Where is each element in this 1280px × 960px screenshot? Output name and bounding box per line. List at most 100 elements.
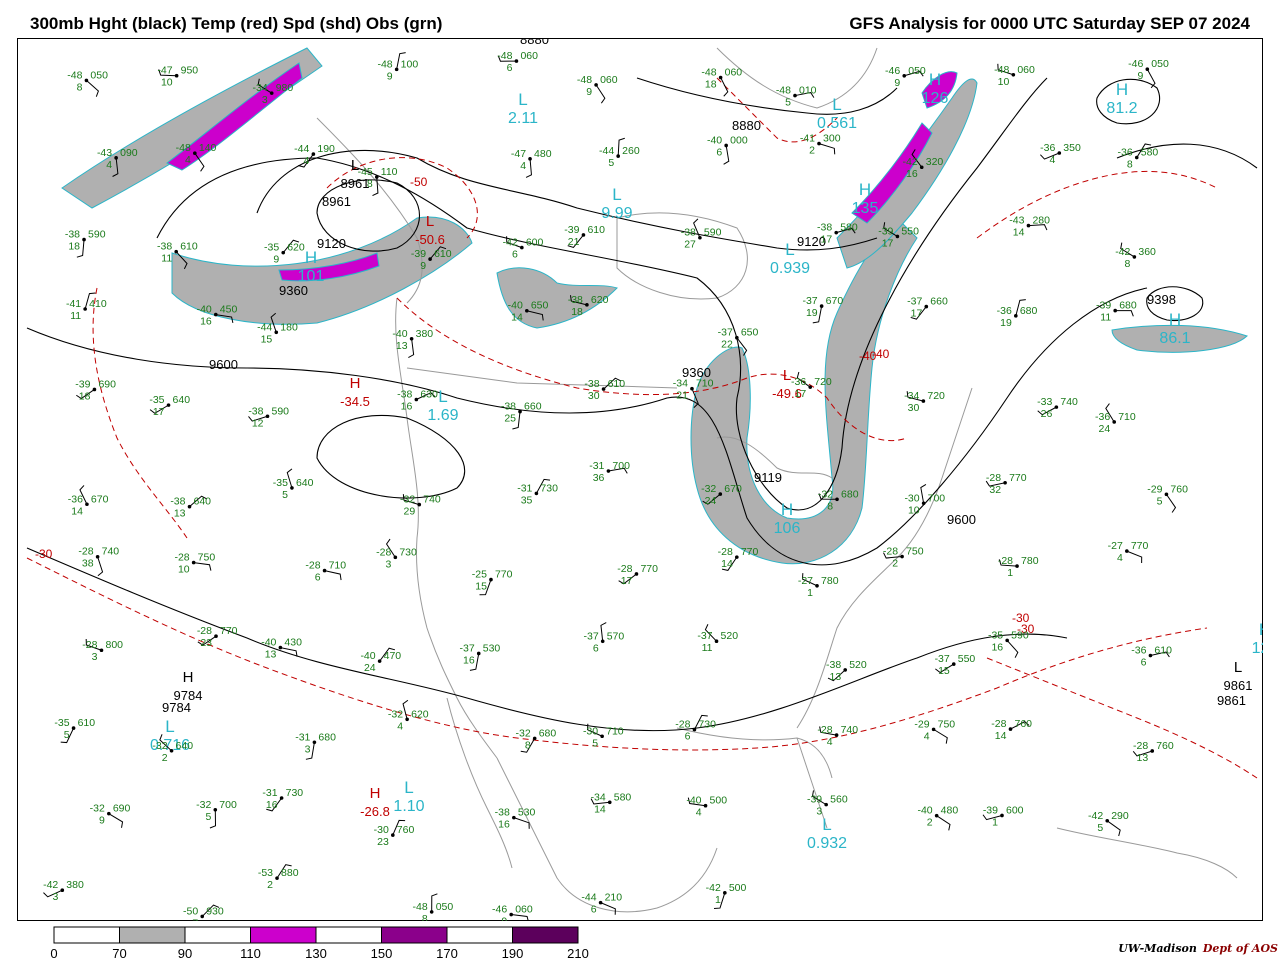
center-value: 81.2 bbox=[1106, 100, 1137, 117]
obs-height: 520 bbox=[849, 659, 867, 671]
obs-dewpoint-depression: 4 bbox=[1049, 154, 1055, 166]
obs-dewpoint-depression: 9 bbox=[586, 86, 592, 98]
obs-dewpoint-depression: 16 bbox=[906, 168, 918, 180]
obs-temp: -44 bbox=[294, 143, 309, 155]
obs-temp: -48 bbox=[994, 64, 1009, 76]
obs-dewpoint-depression: 3 bbox=[262, 94, 268, 106]
obs-dewpoint-depression: 6 bbox=[1141, 657, 1147, 669]
obs-dewpoint-depression: 14 bbox=[71, 505, 83, 517]
obs-height: 780 bbox=[1021, 555, 1039, 567]
obs-temp: -39 bbox=[75, 378, 90, 390]
obs-dewpoint-depression: 3 bbox=[52, 891, 58, 903]
legend-swatch bbox=[446, 926, 513, 944]
height-label: 8880 bbox=[732, 118, 761, 133]
obs-dewpoint-depression: 23 bbox=[200, 637, 212, 649]
obs-dewpoint-depression: 6 bbox=[315, 572, 321, 584]
obs-temp: -42 bbox=[43, 879, 58, 891]
center-letter: L bbox=[426, 213, 434, 230]
center-letter: L bbox=[612, 185, 621, 204]
obs-dewpoint-depression: 18 bbox=[79, 390, 91, 402]
obs-temp: -38 bbox=[397, 389, 412, 401]
obs-temp: -28 bbox=[305, 560, 320, 572]
obs-height: 640 bbox=[176, 740, 194, 752]
obs-height: 110 bbox=[381, 166, 398, 178]
obs-temp: -27 bbox=[798, 575, 813, 587]
obs-dewpoint-depression: 14 bbox=[721, 558, 733, 570]
obs-dewpoint-depression: 13 bbox=[830, 671, 842, 683]
obs-temp: -38 bbox=[65, 229, 80, 241]
obs-temp: -38 bbox=[817, 222, 832, 234]
obs-height: 590 bbox=[704, 227, 722, 239]
obs-temp: -35 bbox=[988, 629, 1003, 641]
obs-temp: -28 bbox=[883, 546, 898, 558]
legend-tick: 0 bbox=[50, 946, 57, 960]
obs-temp: -27 bbox=[1108, 540, 1123, 552]
obs-temp: -37 bbox=[697, 630, 712, 642]
obs-height: 620 bbox=[411, 708, 429, 720]
obs-dewpoint-depression: 16 bbox=[401, 401, 413, 413]
obs-temp: -48 bbox=[176, 142, 191, 154]
obs-temp: -32 bbox=[90, 803, 105, 815]
obs-height: 640 bbox=[173, 394, 191, 406]
obs-temp: -36 bbox=[791, 376, 806, 388]
obs-temp: -28 bbox=[817, 724, 832, 736]
obs-dewpoint-depression: 19 bbox=[1000, 317, 1012, 329]
obs-dewpoint-depression: 2 bbox=[927, 817, 933, 829]
legend-tick: 170 bbox=[436, 946, 458, 960]
obs-height: 060 bbox=[1017, 64, 1035, 76]
obs-height: 140 bbox=[199, 142, 217, 154]
center-value: 8961 bbox=[341, 176, 370, 191]
obs-temp: -37 bbox=[718, 327, 733, 339]
obs-height: 190 bbox=[317, 143, 335, 155]
obs-height: 760 bbox=[1156, 740, 1174, 752]
obs-height: 670 bbox=[91, 493, 109, 505]
obs-dewpoint-depression: 8 bbox=[1125, 258, 1131, 270]
obs-dewpoint-depression: 8 bbox=[367, 178, 373, 190]
obs-temp: -28 bbox=[998, 555, 1013, 567]
obs-temp: -31 bbox=[517, 482, 532, 494]
obs-temp: -28 bbox=[1133, 740, 1148, 752]
map-title: 300mb Hght (black) Temp (red) Spd (shd) … bbox=[30, 14, 443, 33]
obs-temp: -38 bbox=[681, 227, 696, 239]
obs-temp: -48 bbox=[497, 50, 512, 62]
obs-height: 550 bbox=[901, 225, 919, 237]
center-value: 0.932 bbox=[807, 835, 847, 852]
legend-tick: 110 bbox=[240, 946, 261, 960]
obs-dewpoint-depression: 4 bbox=[520, 160, 526, 172]
obs-dewpoint-depression: 4 bbox=[185, 154, 191, 166]
obs-temp: -53 bbox=[258, 867, 273, 879]
obs-height: 770 bbox=[495, 569, 513, 581]
obs-dewpoint-depression: 18 bbox=[571, 306, 583, 318]
obs-temp: -46 bbox=[885, 65, 900, 77]
obs-height: 880 bbox=[281, 867, 299, 879]
obs-dewpoint-depression: 8 bbox=[525, 739, 531, 751]
obs-height: 060 bbox=[515, 904, 533, 916]
temp-label: -40 bbox=[872, 347, 890, 361]
obs-temp: -42 bbox=[1115, 246, 1130, 258]
obs-dewpoint-depression: 4 bbox=[924, 730, 930, 742]
obs-height: 060 bbox=[725, 66, 743, 78]
obs-height: 320 bbox=[926, 156, 944, 168]
legend-swatch bbox=[53, 926, 120, 944]
obs-height: 750 bbox=[198, 552, 216, 564]
obs-temp: -30 bbox=[374, 824, 389, 836]
center-value: 0.561 bbox=[817, 115, 857, 132]
obs-temp: -39 bbox=[411, 248, 426, 260]
obs-dewpoint-depression: 30 bbox=[908, 402, 920, 414]
legend-tick: 210 bbox=[567, 946, 589, 960]
map-frame bbox=[17, 38, 1263, 921]
obs-height: 680 bbox=[1119, 300, 1137, 312]
obs-height: 670 bbox=[826, 295, 844, 307]
obs-temp: -47 bbox=[511, 148, 526, 160]
obs-temp: -37 bbox=[802, 295, 817, 307]
obs-temp: -48 bbox=[67, 69, 82, 81]
obs-temp: -29 bbox=[914, 718, 929, 730]
obs-temp: -38 bbox=[495, 807, 510, 819]
obs-height: 640 bbox=[296, 477, 314, 489]
obs-dewpoint-depression: 16 bbox=[200, 316, 212, 328]
obs-height: 620 bbox=[287, 242, 305, 254]
obs-dewpoint-depression: 2 bbox=[162, 752, 168, 764]
obs-dewpoint-depression: 36 bbox=[593, 472, 605, 484]
obs-height: 570 bbox=[607, 630, 625, 642]
obs-dewpoint-depression: 18 bbox=[705, 78, 717, 90]
